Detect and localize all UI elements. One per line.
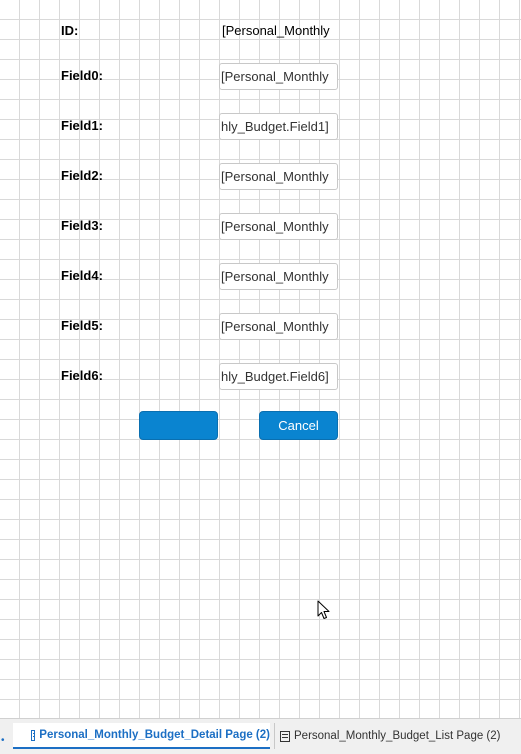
tab-scroll-indicator-icon[interactable]: • bbox=[1, 735, 5, 746]
field2-input[interactable]: [Personal_Monthly bbox=[219, 163, 338, 190]
field0-input[interactable]: [Personal_Monthly bbox=[219, 63, 338, 90]
field2-label: Field2: bbox=[61, 168, 103, 183]
id-value: [Personal_Monthly bbox=[222, 23, 330, 38]
field1-value: hly_Budget.Field1] bbox=[221, 119, 329, 134]
ok-button[interactable] bbox=[139, 411, 218, 440]
field6-label: Field6: bbox=[61, 368, 103, 383]
page-tab-bar: • Personal_Monthly_Budget_Detail Page (2… bbox=[0, 718, 521, 754]
field5-input[interactable]: [Personal_Monthly bbox=[219, 313, 338, 340]
field5-label: Field5: bbox=[61, 318, 103, 333]
field6-value: hly_Budget.Field6] bbox=[221, 369, 329, 384]
field4-label: Field4: bbox=[61, 268, 103, 283]
tab-list-page-label: Personal_Monthly_Budget_List Page (2) bbox=[294, 730, 501, 742]
tab-detail-page-label: Personal_Monthly_Budget_Detail Page (2) bbox=[39, 729, 270, 741]
field3-input[interactable]: [Personal_Monthly bbox=[219, 213, 338, 240]
field3-label: Field3: bbox=[61, 218, 103, 233]
tab-detail-page[interactable]: Personal_Monthly_Budget_Detail Page (2) bbox=[13, 723, 270, 749]
field4-input[interactable]: [Personal_Monthly bbox=[219, 263, 338, 290]
tab-list-page[interactable]: Personal_Monthly_Budget_List Page (2) bbox=[274, 723, 519, 749]
id-label: ID: bbox=[61, 23, 79, 38]
cancel-button[interactable]: Cancel bbox=[259, 411, 338, 440]
page-icon bbox=[280, 730, 290, 742]
field1-label: Field1: bbox=[61, 118, 103, 133]
field1-input[interactable]: hly_Budget.Field1] bbox=[219, 113, 338, 140]
field0-label: Field0: bbox=[61, 68, 103, 83]
mouse-cursor-icon bbox=[317, 600, 330, 619]
design-canvas[interactable]: ID: [Personal_Monthly Field0: [Personal_… bbox=[0, 0, 521, 718]
field6-input[interactable]: hly_Budget.Field6] bbox=[219, 363, 338, 390]
page-icon bbox=[31, 729, 36, 741]
